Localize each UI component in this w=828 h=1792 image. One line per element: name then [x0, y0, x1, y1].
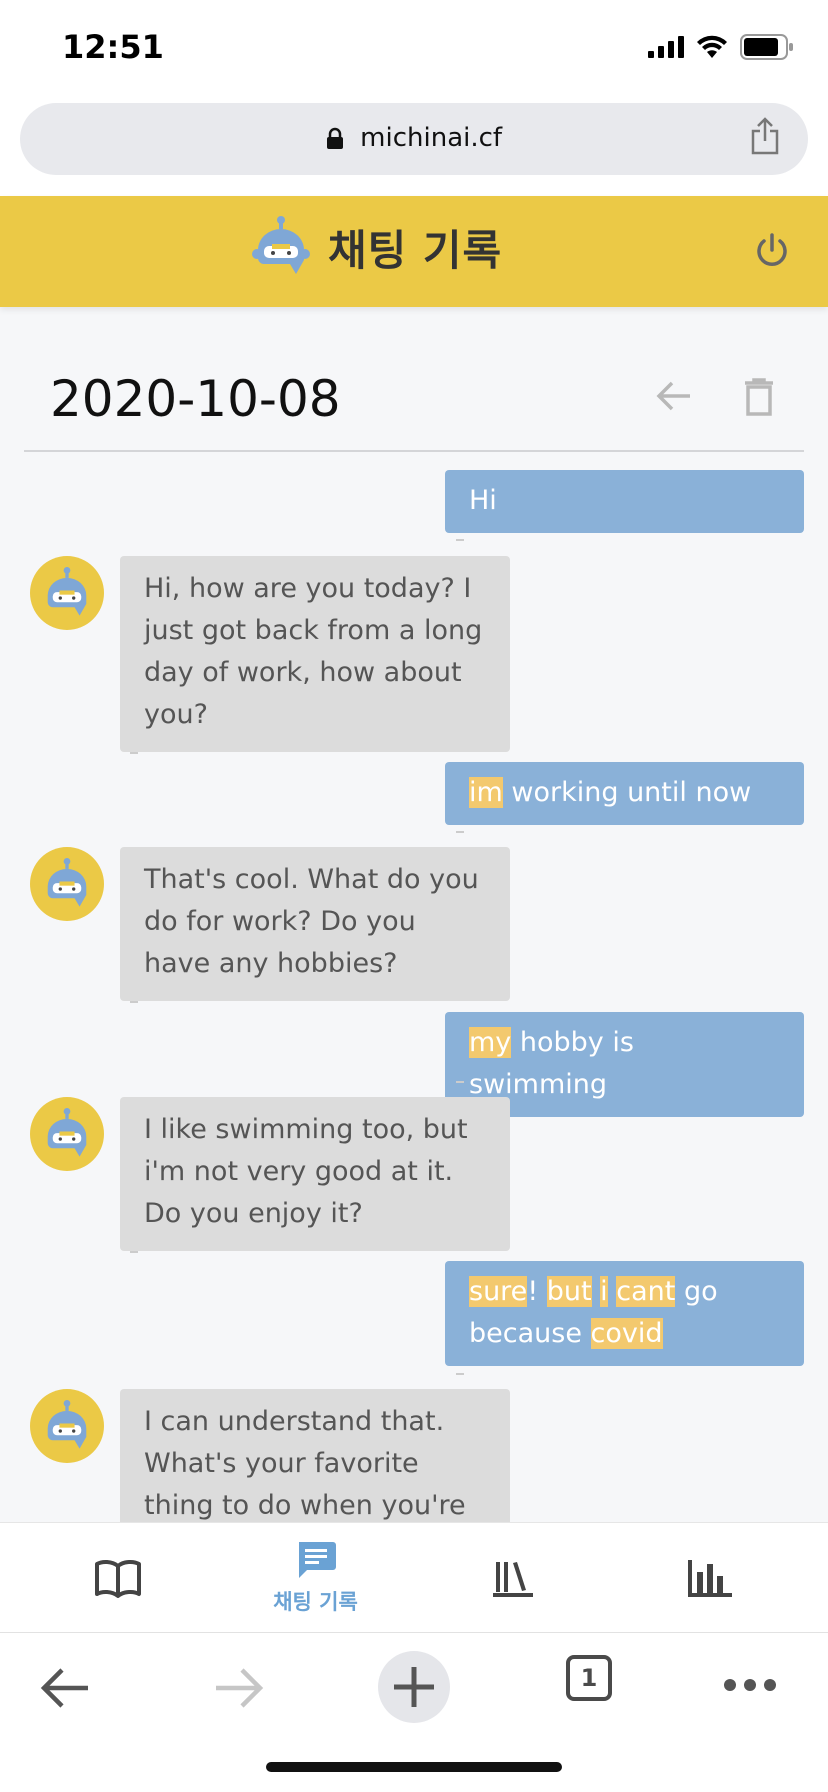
- trash-icon[interactable]: [744, 378, 774, 416]
- browser-back-icon[interactable]: [40, 1667, 90, 1709]
- url-text: michinai.cf: [360, 123, 503, 153]
- message-text: working until now: [502, 777, 752, 808]
- browser-address-area: michinai.cf: [0, 88, 828, 196]
- message-time-marker: [456, 539, 464, 541]
- lock-icon: [326, 127, 343, 149]
- message-text: !: [527, 1276, 547, 1307]
- book-icon: [94, 1559, 141, 1598]
- app-header: 채팅 기록: [0, 196, 828, 307]
- highlighted-word: im: [469, 777, 503, 808]
- tab-book[interactable]: [14, 1523, 221, 1633]
- message-text: [608, 1276, 617, 1307]
- more-icon[interactable]: [722, 1677, 778, 1693]
- message-text: Hi: [469, 485, 497, 516]
- library-icon: [492, 1562, 533, 1597]
- highlighted-word: but: [546, 1276, 592, 1307]
- highlighted-word: my: [469, 1027, 512, 1058]
- robot-logo-icon: [252, 216, 310, 274]
- signal-icon: [648, 36, 684, 58]
- highlighted-word: i: [600, 1276, 608, 1307]
- message-time-marker: [130, 752, 138, 754]
- home-indicator: [266, 1762, 562, 1772]
- user-message: sure! but i cant go because covid: [445, 1261, 804, 1366]
- new-tab-button[interactable]: [378, 1651, 450, 1723]
- status-icons: [648, 34, 794, 60]
- wifi-icon: [697, 35, 727, 58]
- user-message: Hi: [445, 470, 804, 533]
- robot-avatar-icon: [47, 1400, 87, 1449]
- tab-stats[interactable]: [606, 1523, 813, 1633]
- tab-library[interactable]: [409, 1523, 616, 1633]
- tab-label: 채팅 기록: [273, 1590, 358, 1614]
- message-text: I like swimming too, but i'm not very go…: [144, 1114, 468, 1229]
- page-title: 채팅 기록: [328, 225, 503, 275]
- status-time: 12:51: [62, 28, 164, 66]
- tab-count: 1: [580, 1664, 598, 1692]
- bot-avatar: [30, 1389, 104, 1463]
- chat-icon: [298, 1542, 336, 1578]
- highlighted-word: covid: [590, 1318, 663, 1349]
- robot-avatar-icon: [47, 858, 87, 907]
- browser-forward-icon[interactable]: [214, 1667, 264, 1709]
- robot-avatar-icon: [47, 1108, 87, 1157]
- message-time-marker: [130, 1251, 138, 1253]
- address-bar[interactable]: michinai.cf: [20, 103, 808, 175]
- message-time-marker: [456, 1373, 464, 1375]
- bot-avatar: [30, 847, 104, 921]
- bot-avatar: [30, 1097, 104, 1171]
- share-icon[interactable]: [750, 117, 780, 155]
- highlighted-word: sure: [469, 1276, 528, 1307]
- tab-chat-history[interactable]: 채팅 기록: [212, 1523, 419, 1633]
- robot-avatar-icon: [47, 567, 87, 616]
- status-bar: 12:51: [0, 0, 828, 88]
- battery-icon: [740, 34, 793, 60]
- message-text: That's cool. What do you do for work? Do…: [144, 864, 479, 979]
- app-brand: 채팅 기록: [250, 216, 502, 278]
- user-message: im working until now: [445, 762, 804, 825]
- bot-message: That's cool. What do you do for work? Do…: [120, 847, 510, 1001]
- plus-icon: [394, 1667, 434, 1707]
- chat-date: 2020-10-08: [50, 370, 341, 428]
- bot-message: I like swimming too, but i'm not very go…: [120, 1097, 510, 1251]
- chat-date-row: 2020-10-08: [24, 340, 804, 452]
- bot-avatar: [30, 556, 104, 630]
- message-text: Hi, how are you today? I just got back f…: [144, 573, 483, 730]
- bot-message: Hi, how are you today? I just got back f…: [120, 556, 510, 752]
- message-time-marker: [456, 1081, 464, 1083]
- message-time-marker: [456, 831, 464, 833]
- message-text: [592, 1276, 601, 1307]
- power-icon[interactable]: [754, 232, 790, 270]
- message-time-marker: [130, 1001, 138, 1003]
- tab-switcher-button[interactable]: 1: [566, 1655, 612, 1701]
- bar-chart-icon: [687, 1560, 732, 1597]
- bottom-tab-bar: 채팅 기록: [0, 1522, 828, 1632]
- highlighted-word: cant: [616, 1276, 676, 1307]
- back-arrow-icon[interactable]: [656, 380, 692, 412]
